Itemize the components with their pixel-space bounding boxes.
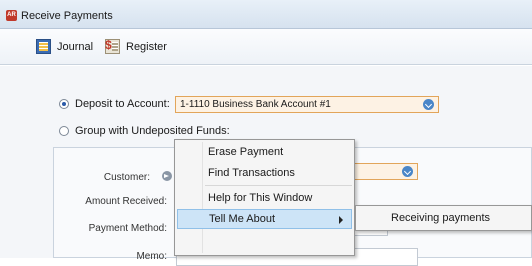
journal-button-label: Journal <box>57 40 94 53</box>
app-icon: AR <box>6 10 17 21</box>
menu-item-help-window[interactable]: Help for This Window <box>177 188 352 208</box>
submenu: Receiving payments <box>355 205 532 231</box>
chevron-down-icon[interactable] <box>423 99 434 110</box>
submenu-arrow-icon <box>339 216 343 224</box>
journal-icon <box>36 39 51 54</box>
submenu-item-receiving-payments[interactable]: Receiving payments <box>358 208 529 228</box>
deposit-account-value: 1-1110 Business Bank Account #1 <box>180 99 331 110</box>
payment-method-label: Payment Method: <box>88 223 167 234</box>
customer-label: Customer: <box>103 172 150 183</box>
customer-select[interactable] <box>354 163 418 180</box>
menu-item-tell-me-about[interactable]: Tell Me About <box>177 209 352 229</box>
memo-label: Memo: <box>136 251 167 262</box>
group-radio[interactable] <box>59 126 69 136</box>
deposit-option: Deposit to Account: <box>59 98 170 110</box>
register-button[interactable]: Register <box>105 38 167 54</box>
deposit-radio[interactable] <box>59 99 69 109</box>
toolbar: Journal Register <box>0 29 532 65</box>
deposit-label: Deposit to Account: <box>75 98 170 110</box>
group-label: Group with Undeposited Funds: <box>75 125 230 137</box>
register-icon <box>105 38 120 54</box>
window-title: Receive Payments <box>21 10 113 22</box>
context-menu: Erase Payment Find Transactions Help for… <box>174 139 355 256</box>
register-button-label: Register <box>126 40 167 53</box>
group-option: Group with Undeposited Funds: <box>59 125 230 137</box>
chevron-down-icon[interactable] <box>402 166 413 177</box>
menu-item-erase-payment[interactable]: Erase Payment <box>177 142 352 162</box>
tell-me-about-label: Tell Me About <box>209 213 276 225</box>
window-titlebar: AR Receive Payments <box>0 0 532 29</box>
deposit-account-select[interactable]: 1-1110 Business Bank Account #1 <box>175 96 439 113</box>
amount-received-label: Amount Received: <box>85 196 167 207</box>
journal-button[interactable]: Journal <box>36 39 93 54</box>
customer-detail-icon[interactable] <box>162 171 172 181</box>
menu-item-find-transactions[interactable]: Find Transactions <box>177 163 352 183</box>
menu-separator <box>205 185 352 186</box>
